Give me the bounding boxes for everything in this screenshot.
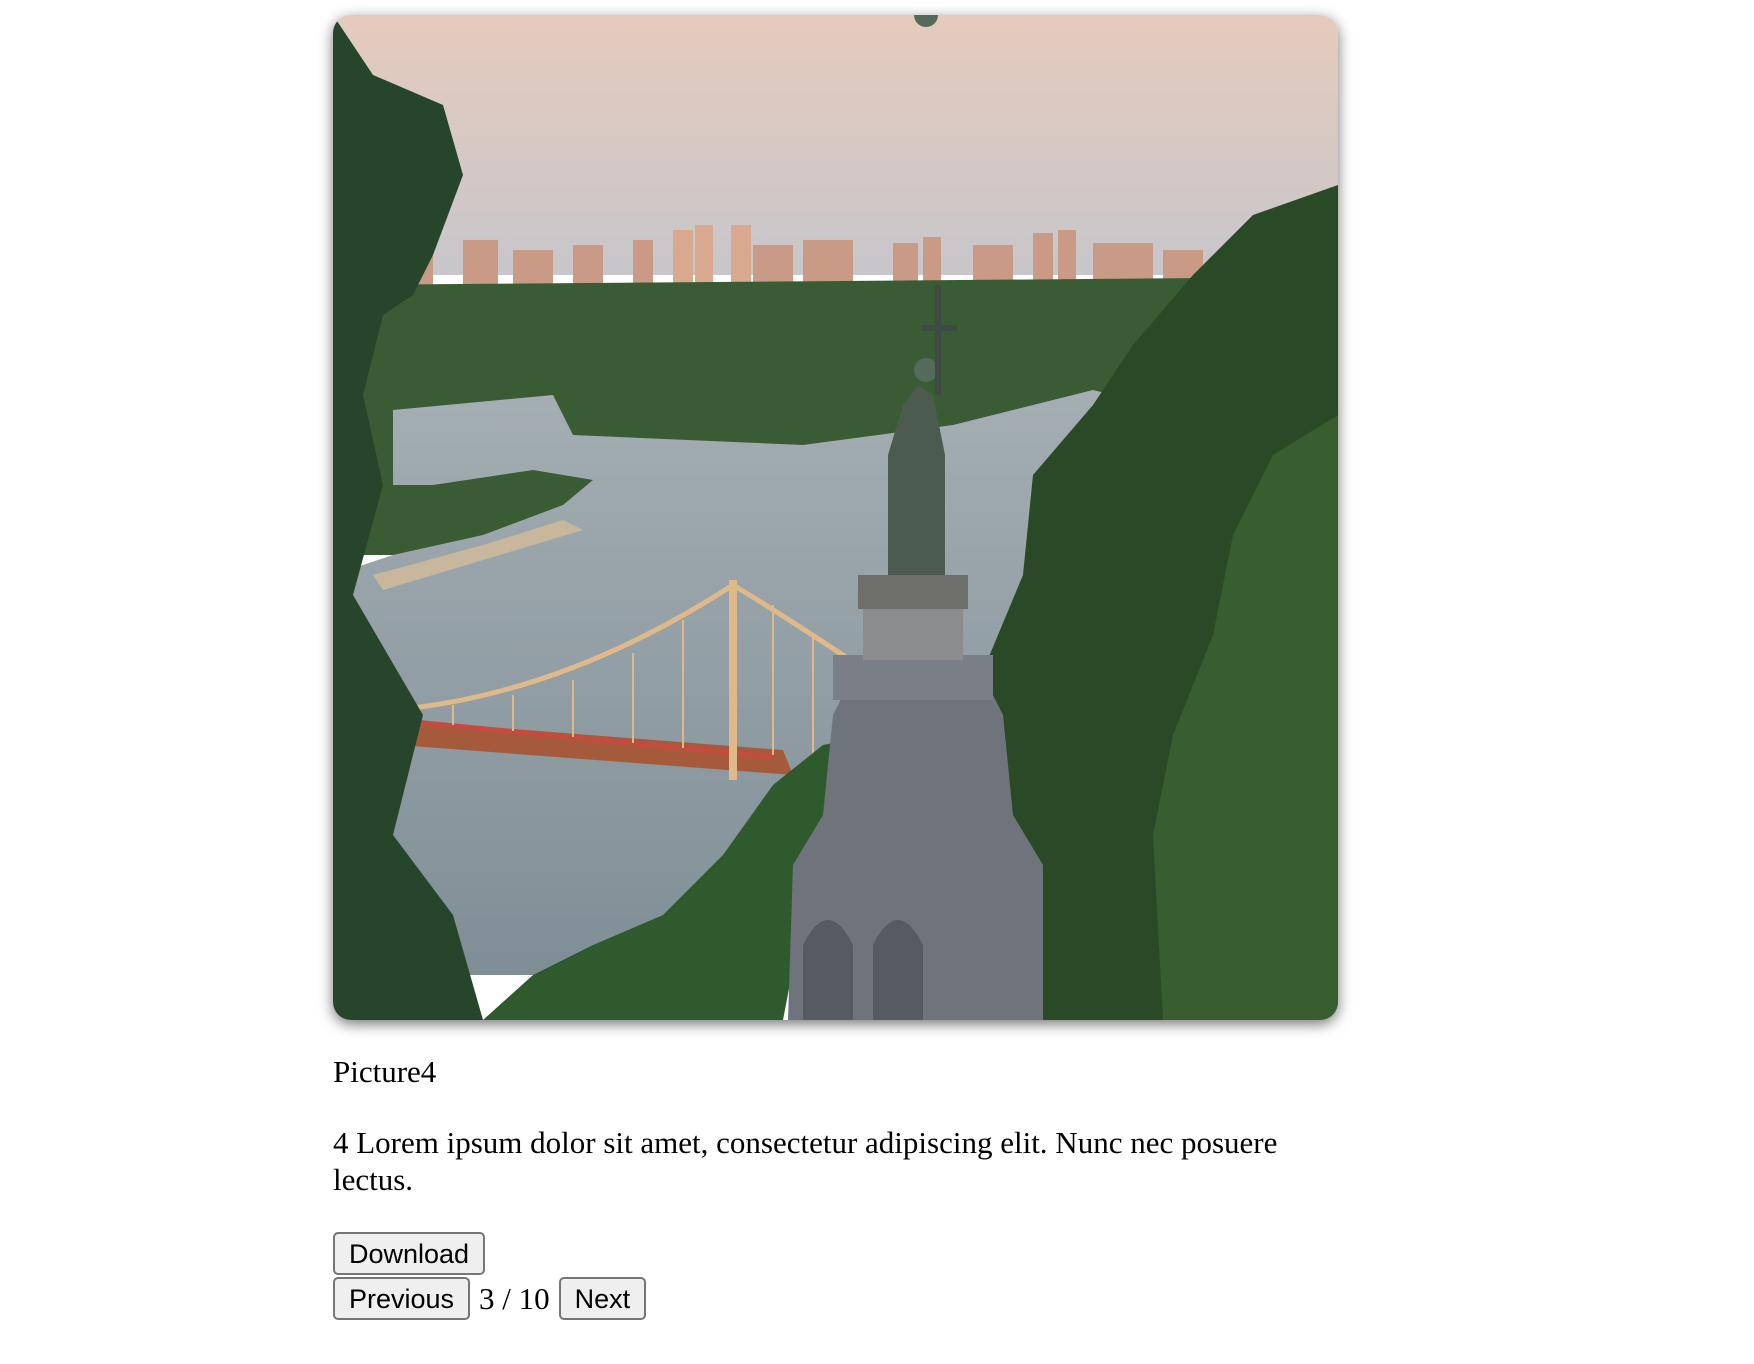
page-indicator: 3 / 10 <box>479 1280 550 1316</box>
pagination: Previous 3 / 10 Next <box>333 1277 1338 1320</box>
gallery-image <box>333 15 1338 1020</box>
image-description: 4 Lorem ipsum dolor sit amet, consectetu… <box>333 1125 1278 1197</box>
photo-kyiv-river-monument-icon <box>333 15 1338 1020</box>
download-row: Download <box>333 1232 1338 1275</box>
previous-button[interactable]: Previous <box>333 1277 471 1320</box>
gallery-viewer: Picture4 4 Lorem ipsum dolor sit amet, c… <box>333 15 1338 1320</box>
download-button[interactable]: Download <box>333 1232 486 1275</box>
next-button[interactable]: Next <box>558 1277 647 1320</box>
image-title: Picture4 <box>333 1054 437 1089</box>
